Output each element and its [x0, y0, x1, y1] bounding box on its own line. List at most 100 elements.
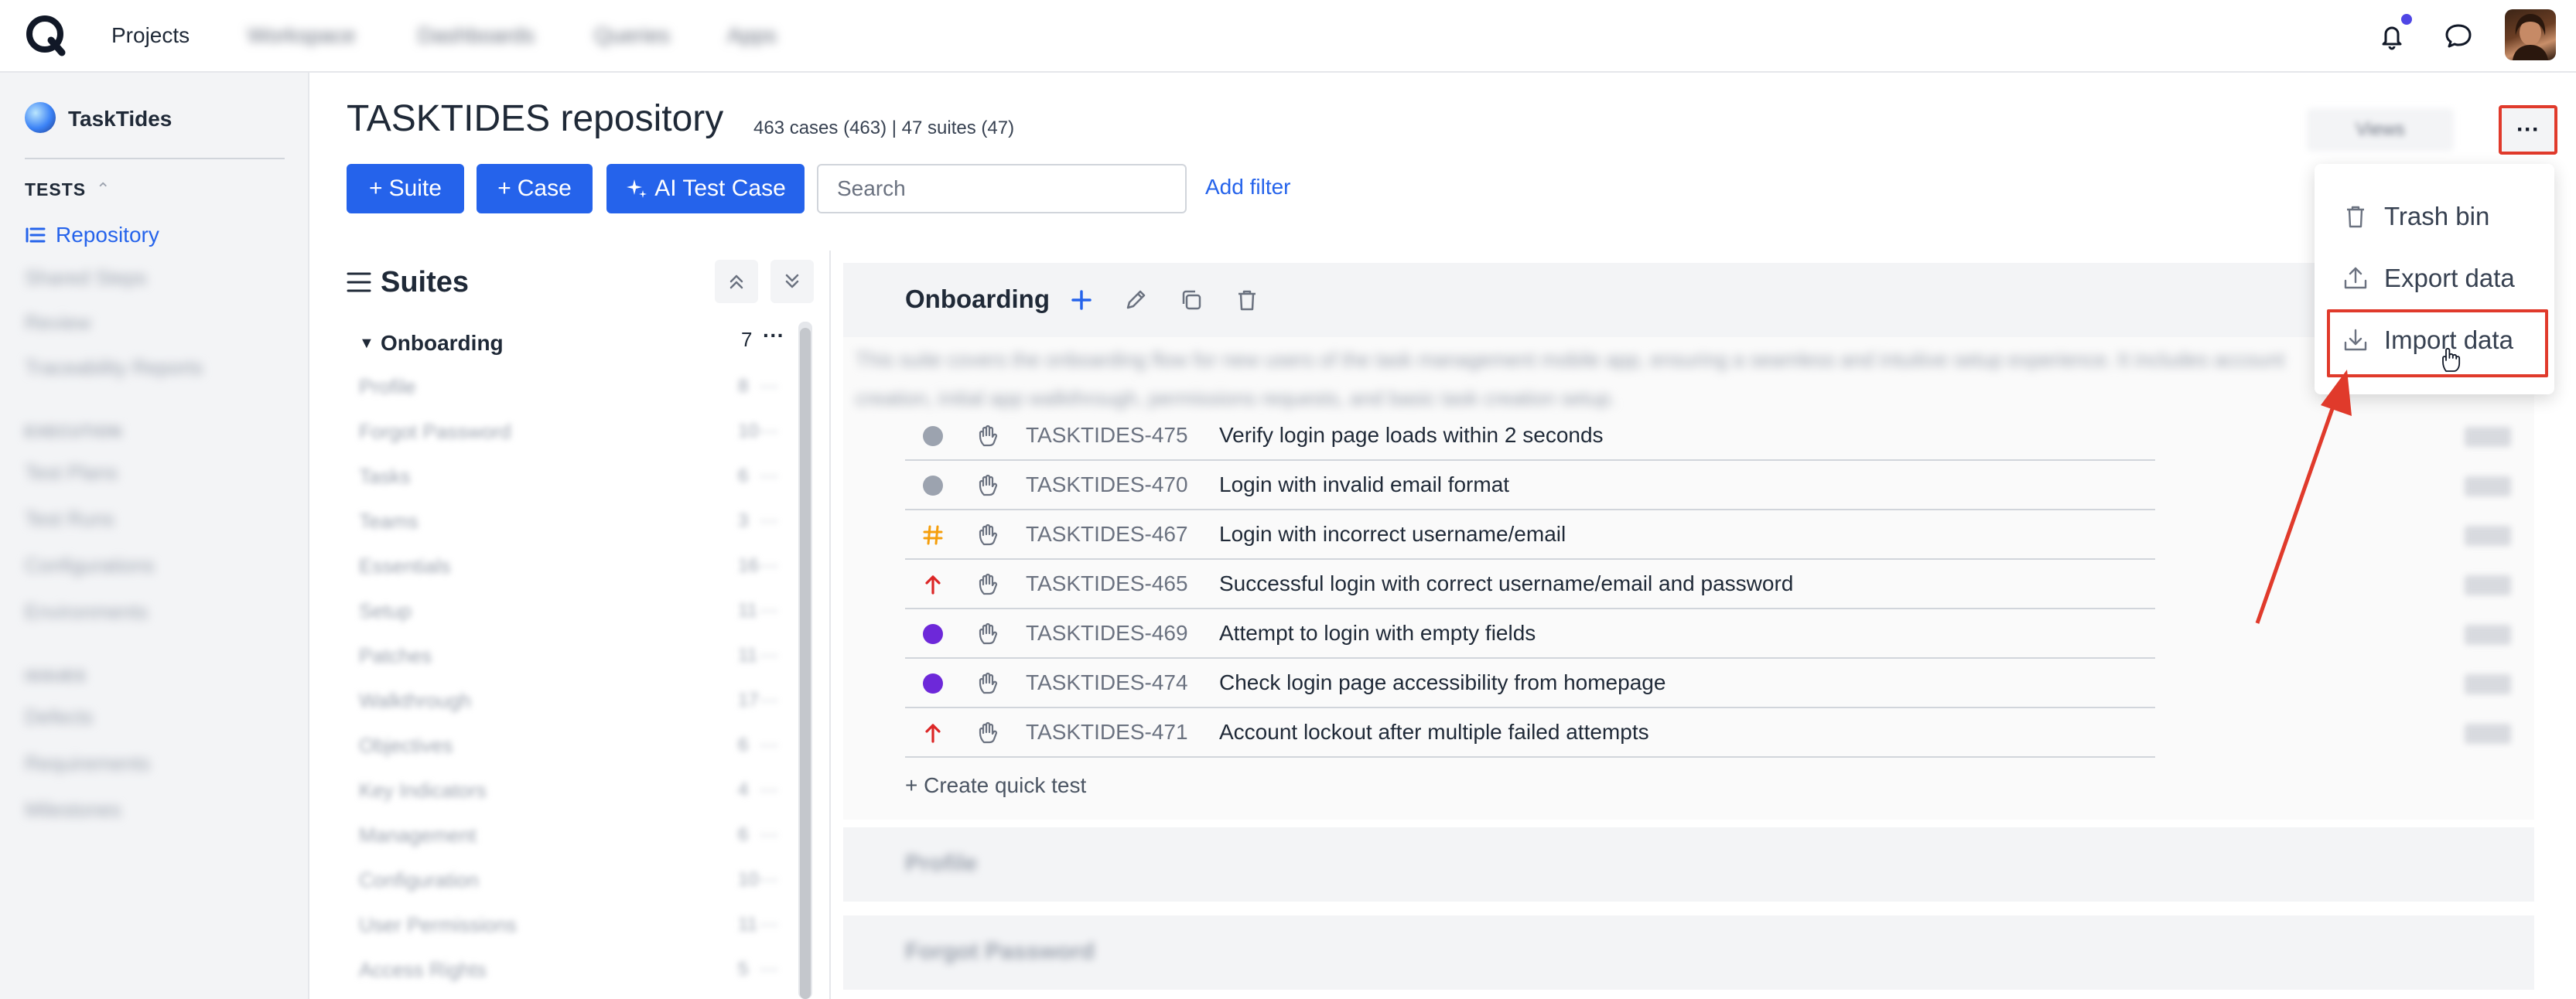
test-case-title[interactable]: Attempt to login with empty fields [1219, 621, 1536, 646]
sidebar-section-tests[interactable]: TESTS [25, 179, 86, 200]
suite-tree-menu-icon[interactable]: ··· [760, 510, 778, 532]
create-quick-test-link[interactable]: + Create quick test [905, 773, 1086, 798]
test-case-id[interactable]: TASKTIDES-469 [1026, 621, 1188, 646]
suite-tree-menu-icon[interactable]: ··· [760, 600, 778, 622]
sidebar-section-issues[interactable]: ISSUES [25, 668, 86, 686]
test-case-id[interactable]: TASKTIDES-471 [1026, 720, 1188, 745]
suite-tree-item[interactable]: Tasks 6 ··· [359, 461, 792, 492]
plus-icon[interactable] [1068, 286, 1095, 314]
add-case-button[interactable]: + Case [477, 164, 593, 213]
bell-icon[interactable] [2376, 20, 2407, 51]
suite-tree-menu-icon[interactable]: ··· [760, 735, 778, 756]
trash-icon[interactable] [1233, 286, 1261, 314]
suite-tree-item[interactable]: Patches 11 ··· [359, 640, 792, 671]
sidebar-item-review[interactable]: Review [25, 311, 91, 335]
test-case-title[interactable]: Verify login page loads within 2 seconds [1219, 423, 1604, 448]
suite-tree-item[interactable]: Objectives 6 ··· [359, 730, 792, 761]
collapse-all-button[interactable] [715, 260, 758, 303]
test-case-title[interactable]: Login with incorrect username/email [1219, 522, 1566, 547]
expand-all-button[interactable] [770, 260, 814, 303]
suite-tree-menu-icon[interactable]: ··· [760, 959, 778, 980]
suite-tree-menu-icon[interactable]: ··· [760, 421, 778, 442]
sidebar-item-defects[interactable]: Defects [25, 705, 93, 729]
sidebar-section-execution[interactable]: EXECUTION [25, 424, 122, 442]
suite-tree-item[interactable]: Configuration 10 ··· [359, 864, 792, 895]
nav-queries[interactable]: Queries [594, 23, 670, 48]
test-case-row[interactable]: TASKTIDES-465 Successful login with corr… [905, 560, 2155, 609]
suite-tree-menu-icon[interactable]: ··· [760, 779, 778, 801]
add-suite-button[interactable]: + Suite [347, 164, 464, 213]
menu-lines-icon [347, 272, 371, 292]
pencil-icon[interactable] [1122, 286, 1150, 314]
sidebar-item-milestones[interactable]: Milestones [25, 798, 121, 822]
nav-dashboards[interactable]: Dashboards [418, 23, 535, 48]
suite-tree-item[interactable]: Essentials 16 ··· [359, 551, 792, 581]
test-case-title[interactable]: Account lockout after multiple failed at… [1219, 720, 1649, 745]
suite-tree-menu-icon[interactable]: ··· [760, 465, 778, 487]
sidebar-item-test-runs[interactable]: Test Runs [25, 507, 114, 531]
ai-test-case-button[interactable]: AI Test Case [606, 164, 805, 213]
sidebar-item-repository[interactable]: Repository [25, 220, 159, 251]
suite-tree-menu-icon[interactable]: ··· [760, 376, 778, 397]
test-case-title[interactable]: Login with invalid email format [1219, 472, 1509, 497]
nav-apps[interactable]: Apps [727, 23, 777, 48]
suite-tree-menu-icon[interactable]: ··· [760, 914, 778, 936]
test-case-id[interactable]: TASKTIDES-475 [1026, 423, 1188, 448]
project-name[interactable]: TaskTides [68, 107, 172, 131]
suite-tree-item[interactable]: Teams 3 ··· [359, 506, 792, 537]
sidebar-item-shared-steps[interactable]: Shared Steps [25, 266, 147, 290]
suite-tree-menu-icon[interactable]: ··· [760, 555, 778, 577]
test-case-title[interactable]: Check login page accessibility from home… [1219, 670, 1666, 695]
more-options-button[interactable]: ··· [2499, 105, 2557, 155]
suite-tree-item[interactable]: Access Rights 5 ··· [359, 954, 792, 985]
test-case-row[interactable]: TASKTIDES-471 Account lockout after mult… [905, 708, 2155, 758]
suite-tree-menu-icon[interactable]: ··· [760, 645, 778, 667]
chat-icon[interactable] [2443, 20, 2474, 51]
add-filter-link[interactable]: Add filter [1205, 175, 1291, 199]
suite-section-forgot-password[interactable]: Forgot Password [843, 915, 2534, 990]
sidebar-item-test-plans[interactable]: Test Plans [25, 461, 118, 485]
nav-projects[interactable]: Projects [111, 23, 190, 48]
suite-tree-menu-icon[interactable]: ··· [760, 869, 778, 891]
test-case-id[interactable]: TASKTIDES-465 [1026, 571, 1188, 596]
test-case-row[interactable]: TASKTIDES-470 Login with invalid email f… [905, 461, 2155, 510]
panel-divider[interactable] [829, 251, 831, 999]
menu-item-trash-bin[interactable]: Trash bin [2342, 193, 2489, 240]
suite-tree-menu-icon[interactable]: ··· [763, 323, 784, 348]
suite-tree-item[interactable]: Setup 11 ··· [359, 595, 792, 626]
manual-hand-icon [979, 523, 998, 546]
views-dropdown[interactable]: Views [2307, 108, 2454, 152]
suite-tree-item[interactable]: Profile 8 ··· [359, 371, 792, 402]
suite-tree-label: Walkthrough [359, 688, 471, 712]
search-input[interactable] [817, 164, 1187, 213]
test-case-id[interactable]: TASKTIDES-470 [1026, 472, 1188, 497]
sidebar-item-environments[interactable]: Environments [25, 600, 148, 624]
menu-item-export-data[interactable]: Export data [2342, 255, 2515, 302]
test-case-row[interactable]: TASKTIDES-467 Login with incorrect usern… [905, 510, 2155, 560]
nav-workspace[interactable]: Workspace [248, 23, 356, 48]
suite-tree-item[interactable]: Management 6 ··· [359, 820, 792, 851]
suite-tree-item[interactable]: Walkthrough 17 ··· [359, 685, 792, 716]
suite-tree-item-onboarding[interactable]: ▼ Onboarding [359, 328, 792, 359]
test-case-row[interactable]: TASKTIDES-474 Check login page accessibi… [905, 659, 2155, 708]
suite-tree-item[interactable]: User Permissions 11 ··· [359, 909, 792, 940]
test-case-row[interactable]: TASKTIDES-469 Attempt to login with empt… [905, 609, 2155, 659]
sidebar-item-requirements[interactable]: Requirements [25, 752, 150, 776]
suite-section-profile[interactable]: Profile [843, 827, 2534, 902]
suite-tree-item[interactable]: Forgot Password 10 ··· [359, 416, 792, 447]
suite-tree-item[interactable]: Key Indicators 4 ··· [359, 775, 792, 806]
sidebar-item-configurations[interactable]: Configurations [25, 554, 155, 578]
sidebar-item-label: Repository [56, 223, 159, 247]
test-case-title[interactable]: Successful login with correct username/e… [1219, 571, 1793, 596]
qase-logo-icon[interactable] [23, 12, 70, 59]
test-case-row[interactable]: TASKTIDES-475 Verify login page loads wi… [905, 411, 2155, 461]
copy-icon[interactable] [1177, 286, 1205, 314]
sidebar-item-traceability[interactable]: Traceability Reports [25, 356, 203, 380]
suite-tree-menu-icon[interactable]: ··· [760, 824, 778, 846]
user-avatar[interactable] [2505, 9, 2556, 60]
test-case-id[interactable]: TASKTIDES-467 [1026, 522, 1188, 547]
suite-tree-menu-icon[interactable]: ··· [760, 690, 778, 711]
chevron-up-icon[interactable]: ⌃ [96, 179, 110, 199]
test-case-id[interactable]: TASKTIDES-474 [1026, 670, 1188, 695]
suites-scrollbar-thumb[interactable] [800, 328, 811, 999]
